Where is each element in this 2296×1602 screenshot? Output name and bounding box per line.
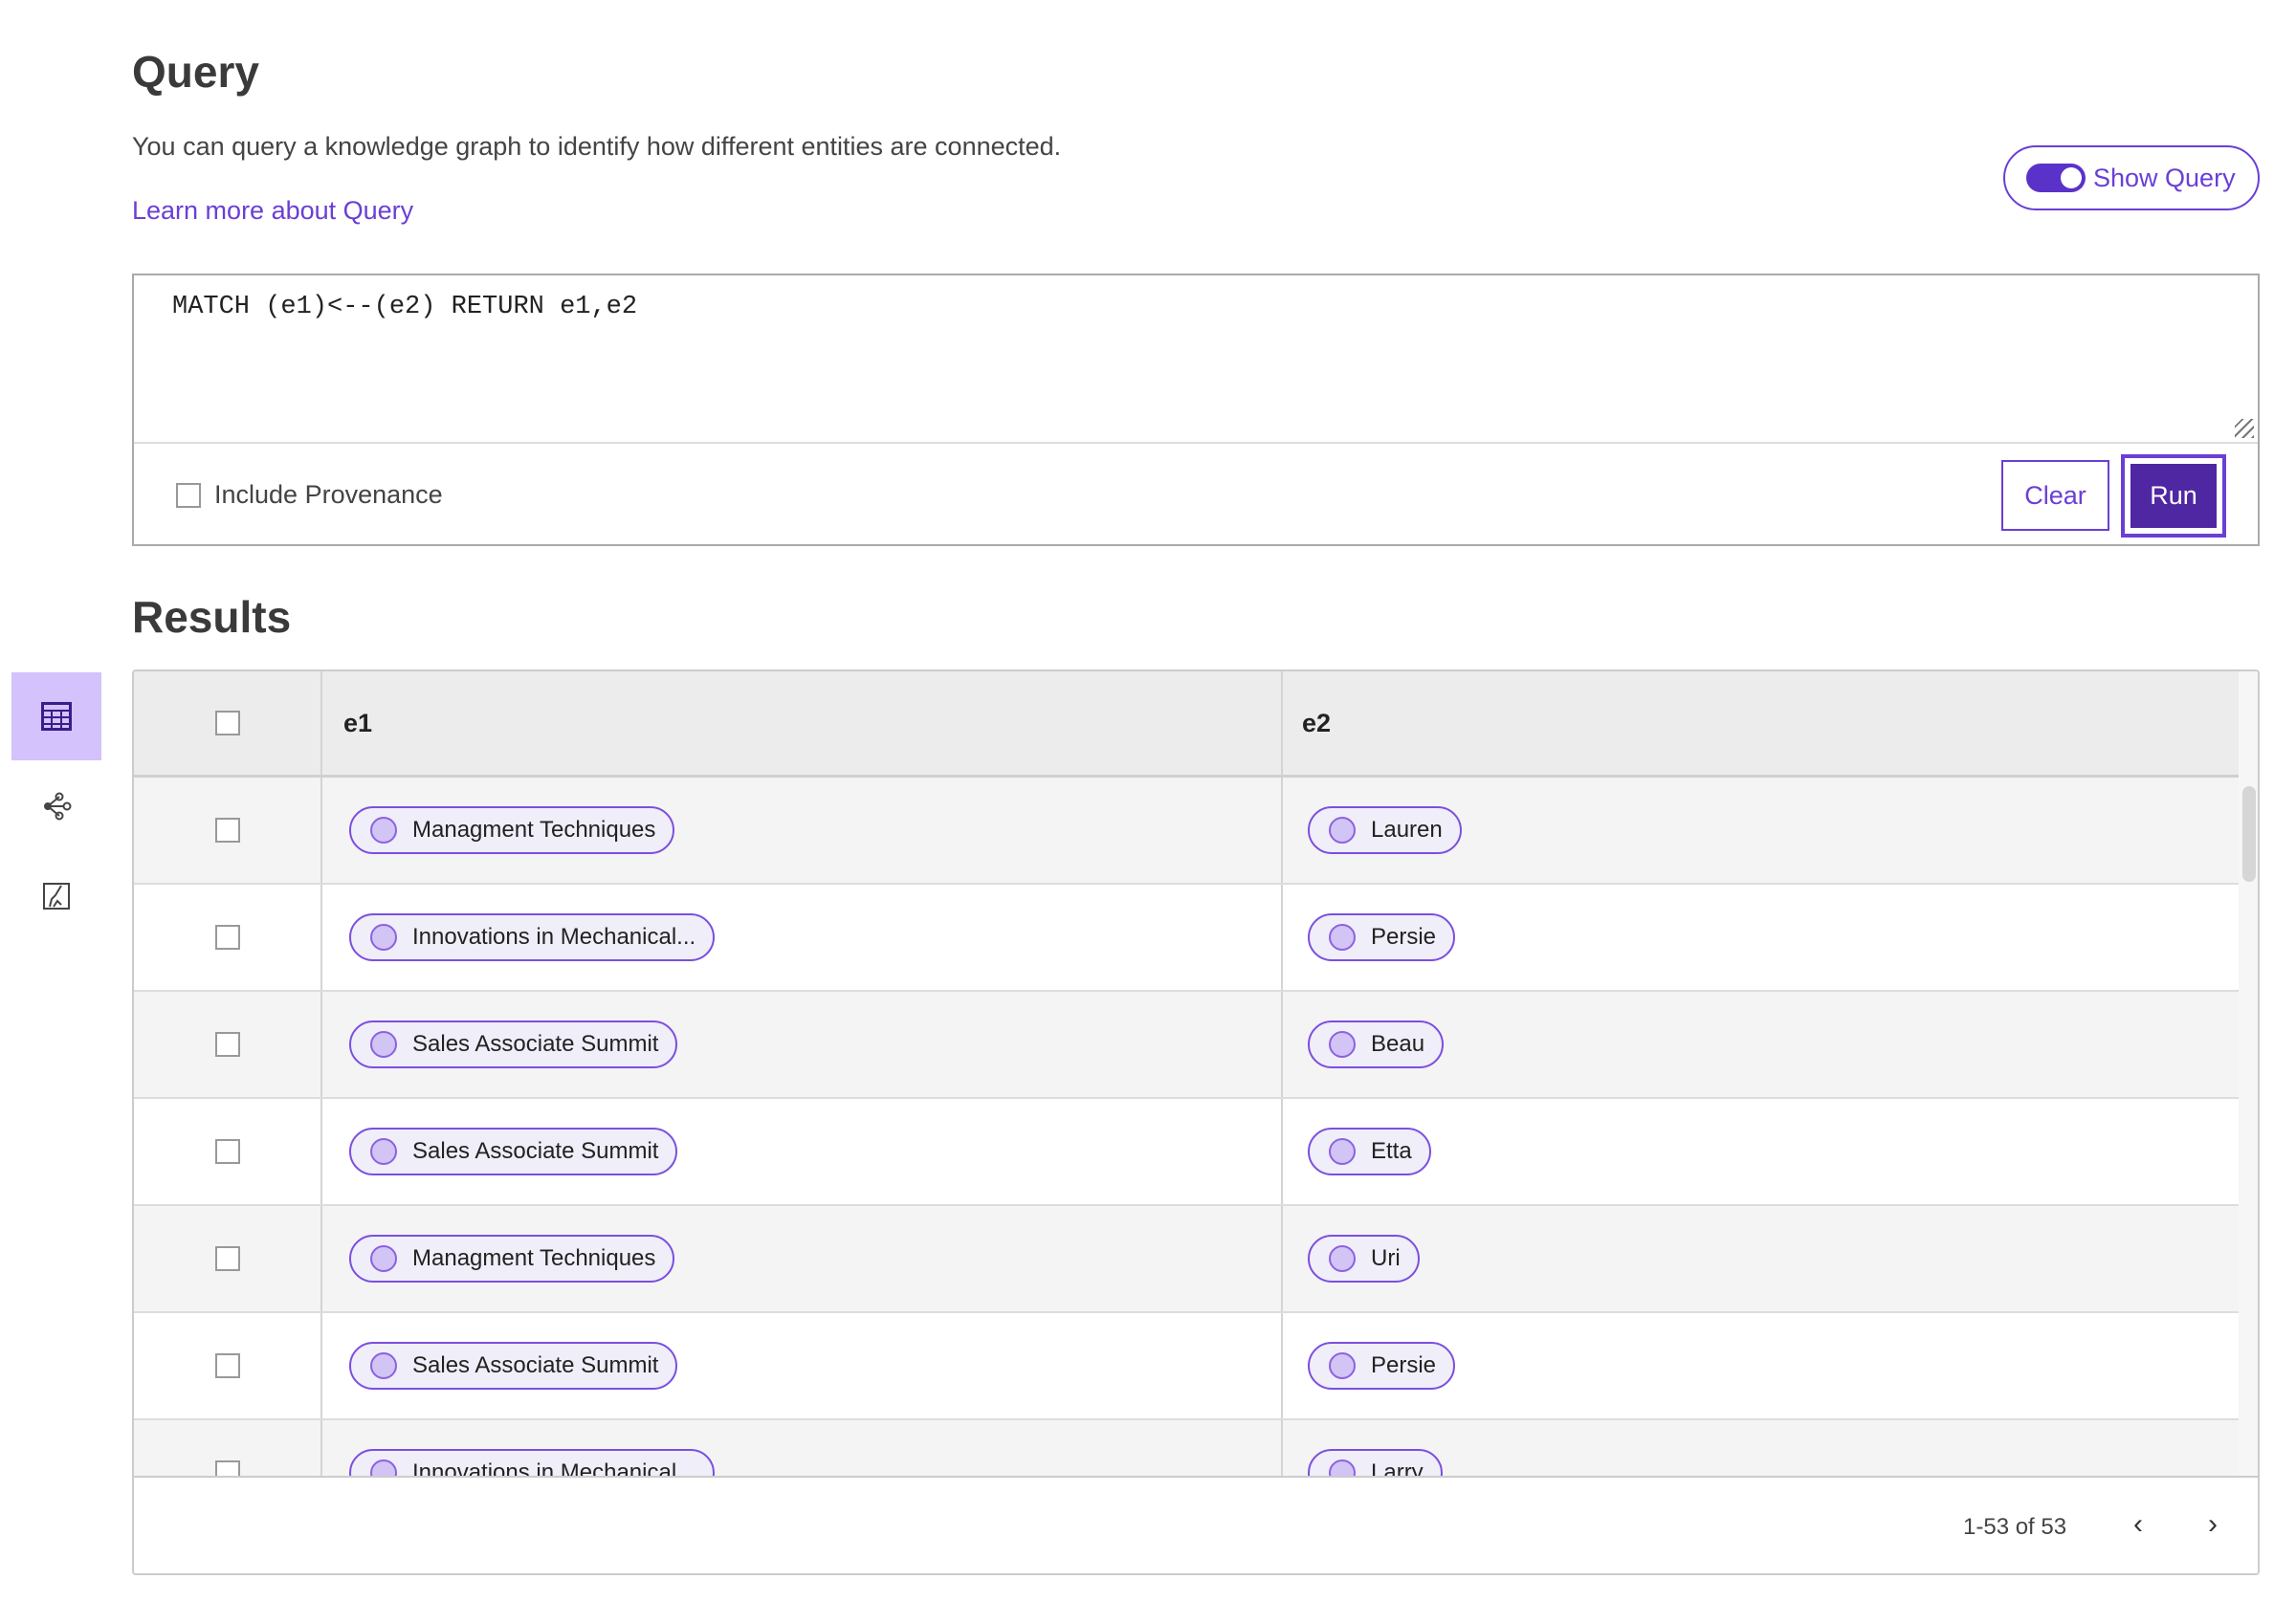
query-editor: MATCH (e1)<--(e2) RETURN e1,e2 Include P… [132, 274, 2260, 546]
entity-node-icon [1329, 1352, 1356, 1379]
next-page-button[interactable]: › [2208, 1508, 2218, 1541]
table-row: Managment Techniques Uri [134, 1206, 2241, 1313]
entity-pill-e2[interactable]: Lauren [1308, 806, 1462, 854]
entity-pill-e2[interactable]: Uri [1308, 1235, 1420, 1283]
entity-label: Lauren [1371, 817, 1443, 843]
row-checkbox[interactable] [214, 1460, 240, 1476]
scrollbar-thumb[interactable] [2242, 786, 2256, 882]
previous-page-button[interactable]: ‹ [2133, 1508, 2143, 1541]
entity-label: Sales Associate Summit [412, 1138, 659, 1164]
entity-label: Innovations in Mechanical... [412, 924, 696, 950]
entity-node-icon [370, 1245, 397, 1272]
entity-label: Sales Associate Summit [412, 1352, 659, 1378]
entity-pill-e1[interactable]: Sales Associate Summit [349, 1128, 678, 1175]
entity-label: Managment Techniques [412, 1245, 656, 1271]
pagination-info: 1-53 of 53 [1963, 1514, 2067, 1540]
table-row: Managment Techniques Lauren [134, 778, 2241, 885]
show-query-toggle[interactable]: Show Query [2003, 145, 2260, 210]
table-body: Managment Techniques Lauren Innovations … [134, 778, 2241, 1476]
table-row: Sales Associate Summit Beau [134, 992, 2241, 1099]
entity-pill-e2[interactable]: Persie [1308, 1342, 1456, 1390]
entity-pill-e1[interactable]: Sales Associate Summit [349, 1342, 678, 1390]
table-row: Sales Associate Summit Persie [134, 1313, 2241, 1420]
chart-icon [43, 883, 70, 910]
toggle-switch[interactable] [2026, 164, 2086, 192]
entity-label: Larry [1371, 1459, 1424, 1476]
row-checkbox[interactable] [214, 1246, 240, 1271]
entity-pill-e1[interactable]: Managment Techniques [349, 806, 675, 854]
include-provenance-label: Include Provenance [214, 480, 443, 509]
show-query-label: Show Query [2093, 163, 2236, 192]
table-header: e1 e2 [134, 671, 2241, 778]
row-checkbox[interactable] [214, 1032, 240, 1057]
entity-pill-e1[interactable]: Innovations in Mechanical... [349, 913, 716, 961]
row-checkbox[interactable] [214, 1353, 240, 1378]
row-checkbox[interactable] [214, 1139, 240, 1164]
include-provenance-checkbox[interactable] [176, 482, 201, 508]
entity-pill-e2[interactable]: Persie [1308, 913, 1456, 961]
entity-pill-e1[interactable]: Innovations in Mechanical... [349, 1449, 716, 1476]
entity-label: Etta [1371, 1138, 1412, 1164]
column-header-e2[interactable]: e2 [1302, 709, 1331, 738]
row-checkbox[interactable] [214, 925, 240, 950]
entity-pill-e2[interactable]: Beau [1308, 1020, 1445, 1068]
entity-label: Managment Techniques [412, 817, 656, 843]
run-label: Run [2130, 464, 2217, 528]
entity-node-icon [370, 1352, 397, 1379]
entity-pill-e2[interactable]: Etta [1308, 1128, 1431, 1175]
entity-pill-e1[interactable]: Sales Associate Summit [349, 1020, 678, 1068]
entity-label: Persie [1371, 924, 1437, 950]
entity-node-icon [370, 817, 397, 844]
entity-node-icon [1329, 1245, 1356, 1272]
page-title: Query [132, 47, 259, 97]
table-row: Sales Associate Summit Etta [134, 1099, 2241, 1206]
entity-node-icon [1329, 924, 1356, 951]
entity-label: Beau [1371, 1031, 1425, 1057]
entity-node-icon [1329, 817, 1356, 844]
resize-handle[interactable] [2235, 419, 2254, 438]
results-table: e1 e2 Managment Techniques Lauren Innova… [132, 669, 2260, 1575]
entity-node-icon [370, 924, 397, 951]
scrollbar[interactable] [2239, 671, 2258, 1476]
graph-icon [44, 792, 72, 821]
run-button[interactable]: Run [2121, 454, 2226, 538]
sidebar-item-chart[interactable] [11, 852, 101, 940]
table-footer: 1-53 of 53 ‹ › [134, 1476, 2258, 1573]
entity-pill-e2[interactable]: Larry [1308, 1449, 1443, 1476]
query-input[interactable]: MATCH (e1)<--(e2) RETURN e1,e2 [134, 275, 2258, 444]
entity-label: Uri [1371, 1245, 1401, 1271]
table-icon [41, 702, 72, 731]
entity-label: Persie [1371, 1352, 1437, 1378]
entity-node-icon [1329, 1031, 1356, 1058]
clear-button[interactable]: Clear [2001, 460, 2109, 531]
include-provenance[interactable]: Include Provenance [176, 480, 443, 510]
table-row: Innovations in Mechanical... Larry [134, 1420, 2241, 1476]
select-all-checkbox[interactable] [214, 711, 240, 735]
query-text: MATCH (e1)<--(e2) RETURN e1,e2 [172, 293, 638, 321]
entity-node-icon [370, 1138, 397, 1165]
column-header-e1[interactable]: e1 [343, 709, 372, 738]
learn-more-link[interactable]: Learn more about Query [132, 196, 413, 226]
entity-pill-e1[interactable]: Managment Techniques [349, 1235, 675, 1283]
row-checkbox[interactable] [214, 818, 240, 843]
entity-label: Innovations in Mechanical... [412, 1459, 696, 1476]
entity-node-icon [1329, 1459, 1356, 1476]
sidebar-item-graph[interactable] [11, 762, 101, 850]
table-row: Innovations in Mechanical... Persie [134, 885, 2241, 992]
entity-node-icon [370, 1031, 397, 1058]
entity-node-icon [1329, 1138, 1356, 1165]
results-title: Results [132, 592, 292, 642]
sidebar-item-table[interactable] [11, 672, 101, 760]
page-description: You can query a knowledge graph to ident… [132, 132, 1062, 161]
entity-label: Sales Associate Summit [412, 1031, 659, 1057]
entity-node-icon [370, 1459, 397, 1476]
